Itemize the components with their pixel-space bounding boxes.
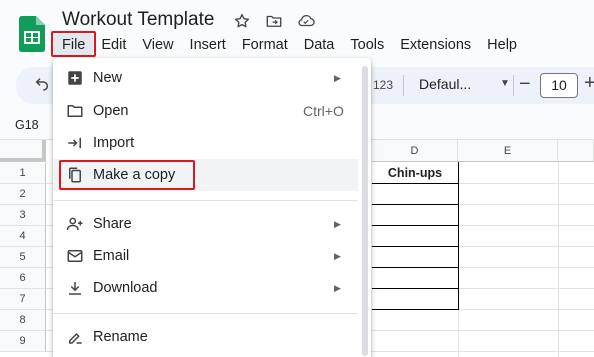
menu-edit[interactable]: Edit (93, 34, 134, 56)
table-border (372, 309, 459, 310)
column-header-d[interactable]: D (372, 140, 458, 162)
number-format-button[interactable]: 123 (373, 78, 393, 92)
shortcut-label: Ctrl+O (303, 103, 344, 119)
menu-item-label: Rename (93, 329, 148, 345)
table-border (372, 246, 459, 247)
submenu-arrow-icon: ▶ (334, 218, 341, 229)
row-header-6[interactable]: 6 (0, 268, 46, 289)
toolbar-divider (403, 75, 404, 96)
row-header-8[interactable]: 8 (0, 310, 46, 331)
menu-item-email[interactable]: Email ▶ (53, 240, 371, 272)
download-icon (65, 278, 85, 298)
menu-tools[interactable]: Tools (342, 34, 392, 56)
table-border (372, 267, 459, 268)
menu-item-label: Email (93, 248, 130, 264)
document-title[interactable]: Workout Template (62, 9, 214, 31)
menu-item-label: Share (93, 216, 132, 232)
google-sheets-window: Workout Template File Edit View Insert F… (0, 0, 594, 357)
cloud-status-icon[interactable] (296, 11, 316, 31)
star-icon[interactable] (232, 11, 252, 31)
cell-d1[interactable]: Chin-ups (372, 163, 458, 183)
rename-icon (65, 327, 85, 347)
email-icon (65, 246, 85, 266)
table-border (372, 225, 459, 226)
new-sheet-icon (65, 68, 85, 88)
column-header-e[interactable]: E (458, 140, 558, 162)
font-family-select[interactable]: Defaul... (419, 76, 471, 92)
name-box[interactable]: G18 (15, 118, 39, 132)
font-size-input[interactable]: 10 (540, 73, 578, 98)
column-header-f[interactable] (558, 140, 594, 162)
folder-icon (65, 101, 85, 121)
menu-view[interactable]: View (134, 34, 181, 56)
menu-item-import[interactable]: Import (53, 127, 371, 159)
menu-format[interactable]: Format (234, 34, 296, 56)
row-header-5[interactable]: 5 (0, 247, 46, 268)
menu-item-label: Import (93, 135, 135, 151)
select-all-corner[interactable] (0, 140, 46, 162)
menu-item-rename[interactable]: Rename (53, 321, 371, 353)
sheets-logo-icon[interactable] (19, 16, 45, 52)
table-border (372, 204, 459, 205)
row-header-9[interactable]: 9 (0, 331, 46, 352)
submenu-arrow-icon: ▶ (334, 72, 341, 83)
menu-item-open[interactable]: Open Ctrl+O (53, 95, 371, 127)
menu-data[interactable]: Data (296, 34, 343, 56)
menu-item-make-a-copy[interactable]: Make a copy (53, 159, 358, 191)
menu-separator (53, 200, 358, 201)
menu-item-label: Download (93, 280, 158, 296)
menu-item-label: Open (93, 103, 129, 119)
table-border (372, 183, 459, 184)
menu-item-label: New (93, 70, 123, 86)
toolbar-divider (513, 75, 514, 96)
share-person-icon (65, 214, 85, 234)
file-menu-dropdown: New ▶ Open Ctrl+O Import Make a copy Sha… (53, 58, 371, 357)
menu-scrollbar[interactable] (362, 66, 368, 356)
menu-item-new[interactable]: New ▶ (53, 62, 371, 94)
row-header-4[interactable]: 4 (0, 226, 46, 247)
copy-icon (65, 165, 85, 185)
row-header-1[interactable]: 1 (0, 163, 46, 184)
decrease-font-size-button[interactable]: − (519, 73, 531, 96)
menu-insert[interactable]: Insert (182, 34, 234, 56)
row-header-7[interactable]: 7 (0, 289, 46, 310)
submenu-arrow-icon: ▶ (334, 282, 341, 293)
submenu-arrow-icon: ▶ (334, 250, 341, 261)
grid-line (558, 162, 559, 357)
menu-help[interactable]: Help (479, 34, 525, 56)
undo-icon[interactable] (34, 76, 50, 97)
table-border (372, 288, 459, 289)
increase-font-size-button[interactable]: + (584, 72, 594, 95)
move-to-folder-icon[interactable] (264, 11, 284, 31)
menu-item-download[interactable]: Download ▶ (53, 272, 371, 304)
menu-file[interactable]: File (54, 34, 94, 56)
menu-item-share[interactable]: Share ▶ (53, 208, 371, 240)
menu-extensions[interactable]: Extensions (392, 34, 479, 56)
import-icon (65, 133, 85, 153)
menu-item-label: Make a copy (93, 167, 176, 183)
menu-separator (53, 313, 358, 314)
menubar: File Edit View Insert Format Data Tools … (54, 34, 525, 56)
row-header-3[interactable]: 3 (0, 205, 46, 226)
caret-down-icon[interactable]: ▼ (500, 78, 510, 89)
row-header-2[interactable]: 2 (0, 184, 46, 205)
